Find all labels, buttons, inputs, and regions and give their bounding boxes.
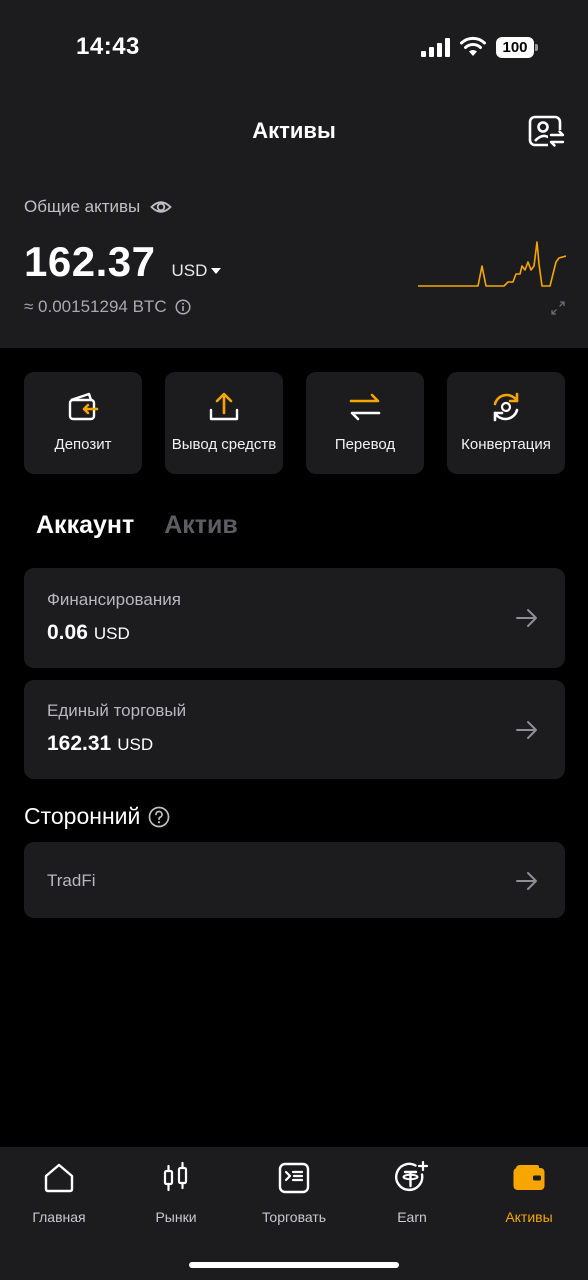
trade-icon [278, 1162, 310, 1194]
total-balance: 162.37 [24, 238, 156, 285]
account-currency: USD [93, 624, 130, 643]
quick-actions: Депозит Вывод средств Перевод Конвертаци… [24, 372, 565, 474]
arrow-right-icon [516, 721, 537, 739]
nav-assets[interactable]: Активы [470, 1161, 588, 1225]
balance-sparkline[interactable] [418, 236, 566, 292]
withdraw-button[interactable]: Вывод средств [165, 372, 283, 474]
convert-icon [493, 392, 519, 422]
nav-home[interactable]: Главная [0, 1161, 118, 1225]
wifi-icon [460, 36, 486, 56]
btc-equivalent-row: ≈ 0.00151294 BTC [24, 297, 191, 317]
status-time: 14:43 [76, 33, 140, 60]
third-party-section-header: Сторонний [24, 803, 170, 830]
account-title: Единый торговый [47, 701, 187, 720]
tradfi-title: TradFi [47, 871, 96, 890]
account-currency: USD [117, 735, 154, 754]
account-balance: 162.31 USD [47, 732, 153, 756]
tab-asset[interactable]: Актив [164, 511, 238, 540]
nav-label: Earn [397, 1209, 427, 1225]
total-assets-label: Общие активы [24, 197, 141, 216]
home-indicator[interactable] [189, 1262, 399, 1268]
account-amount: 0.06 [47, 621, 88, 644]
candlestick-icon [163, 1161, 188, 1192]
status-bar: 14:43 100 [0, 0, 588, 95]
home-icon [44, 1163, 74, 1193]
expand-icon[interactable] [551, 301, 565, 315]
help-icon[interactable] [148, 806, 170, 828]
info-icon[interactable] [175, 299, 191, 315]
nav-trade[interactable]: Торговать [235, 1161, 353, 1225]
arrow-right-icon [516, 872, 537, 890]
section-title: Сторонний [24, 803, 141, 829]
account-switch-icon[interactable] [528, 114, 566, 150]
tradfi-card[interactable]: TradFi [24, 842, 565, 918]
withdraw-icon [209, 392, 239, 421]
balance-row: 162.37 USD [24, 238, 222, 286]
cellular-signal-icon [421, 38, 450, 57]
earn-icon [395, 1161, 429, 1192]
nav-label: Рынки [155, 1209, 197, 1225]
account-title: Финансирования [47, 590, 181, 609]
nav-label: Активы [505, 1209, 553, 1225]
total-assets-label-row: Общие активы [24, 196, 173, 218]
eye-icon[interactable] [150, 196, 173, 218]
wallet-icon [513, 1165, 545, 1190]
convert-label: Конвертация [461, 436, 551, 453]
currency-label: USD [171, 261, 208, 280]
unified-trading-account-card[interactable]: Единый торговый 162.31 USD [24, 680, 565, 779]
account-amount: 162.31 [47, 732, 112, 755]
currency-selector[interactable]: USD [171, 261, 222, 281]
battery-level: 100 [496, 37, 534, 58]
bottom-navigation: Главная Рынки Торговать Earn Активы [0, 1147, 588, 1280]
page-title: Активы [252, 118, 336, 143]
nav-markets[interactable]: Рынки [117, 1161, 235, 1225]
deposit-label: Депозит [54, 436, 112, 453]
header-panel: 14:43 100 Активы Общие активы 162.37 USD… [0, 0, 588, 348]
caret-down-icon [211, 268, 222, 274]
tab-account[interactable]: Аккаунт [36, 511, 134, 540]
deposit-icon [68, 392, 99, 421]
arrow-right-icon [516, 609, 537, 627]
transfer-label: Перевод [334, 436, 396, 453]
withdraw-label: Вывод средств [171, 436, 277, 453]
btc-equivalent: ≈ 0.00151294 BTC [24, 297, 167, 316]
battery-indicator: 100 [496, 37, 538, 58]
convert-button[interactable]: Конвертация [447, 372, 565, 474]
deposit-button[interactable]: Депозит [24, 372, 142, 474]
battery-tip [535, 44, 538, 51]
transfer-icon [349, 393, 381, 421]
nav-label: Торговать [261, 1209, 327, 1225]
view-tabs: Аккаунт Актив [36, 511, 238, 540]
nav-earn[interactable]: Earn [353, 1161, 471, 1225]
account-balance: 0.06 USD [47, 621, 130, 645]
funding-account-card[interactable]: Финансирования 0.06 USD [24, 568, 565, 668]
transfer-button[interactable]: Перевод [306, 372, 424, 474]
nav-label: Главная [32, 1209, 86, 1225]
